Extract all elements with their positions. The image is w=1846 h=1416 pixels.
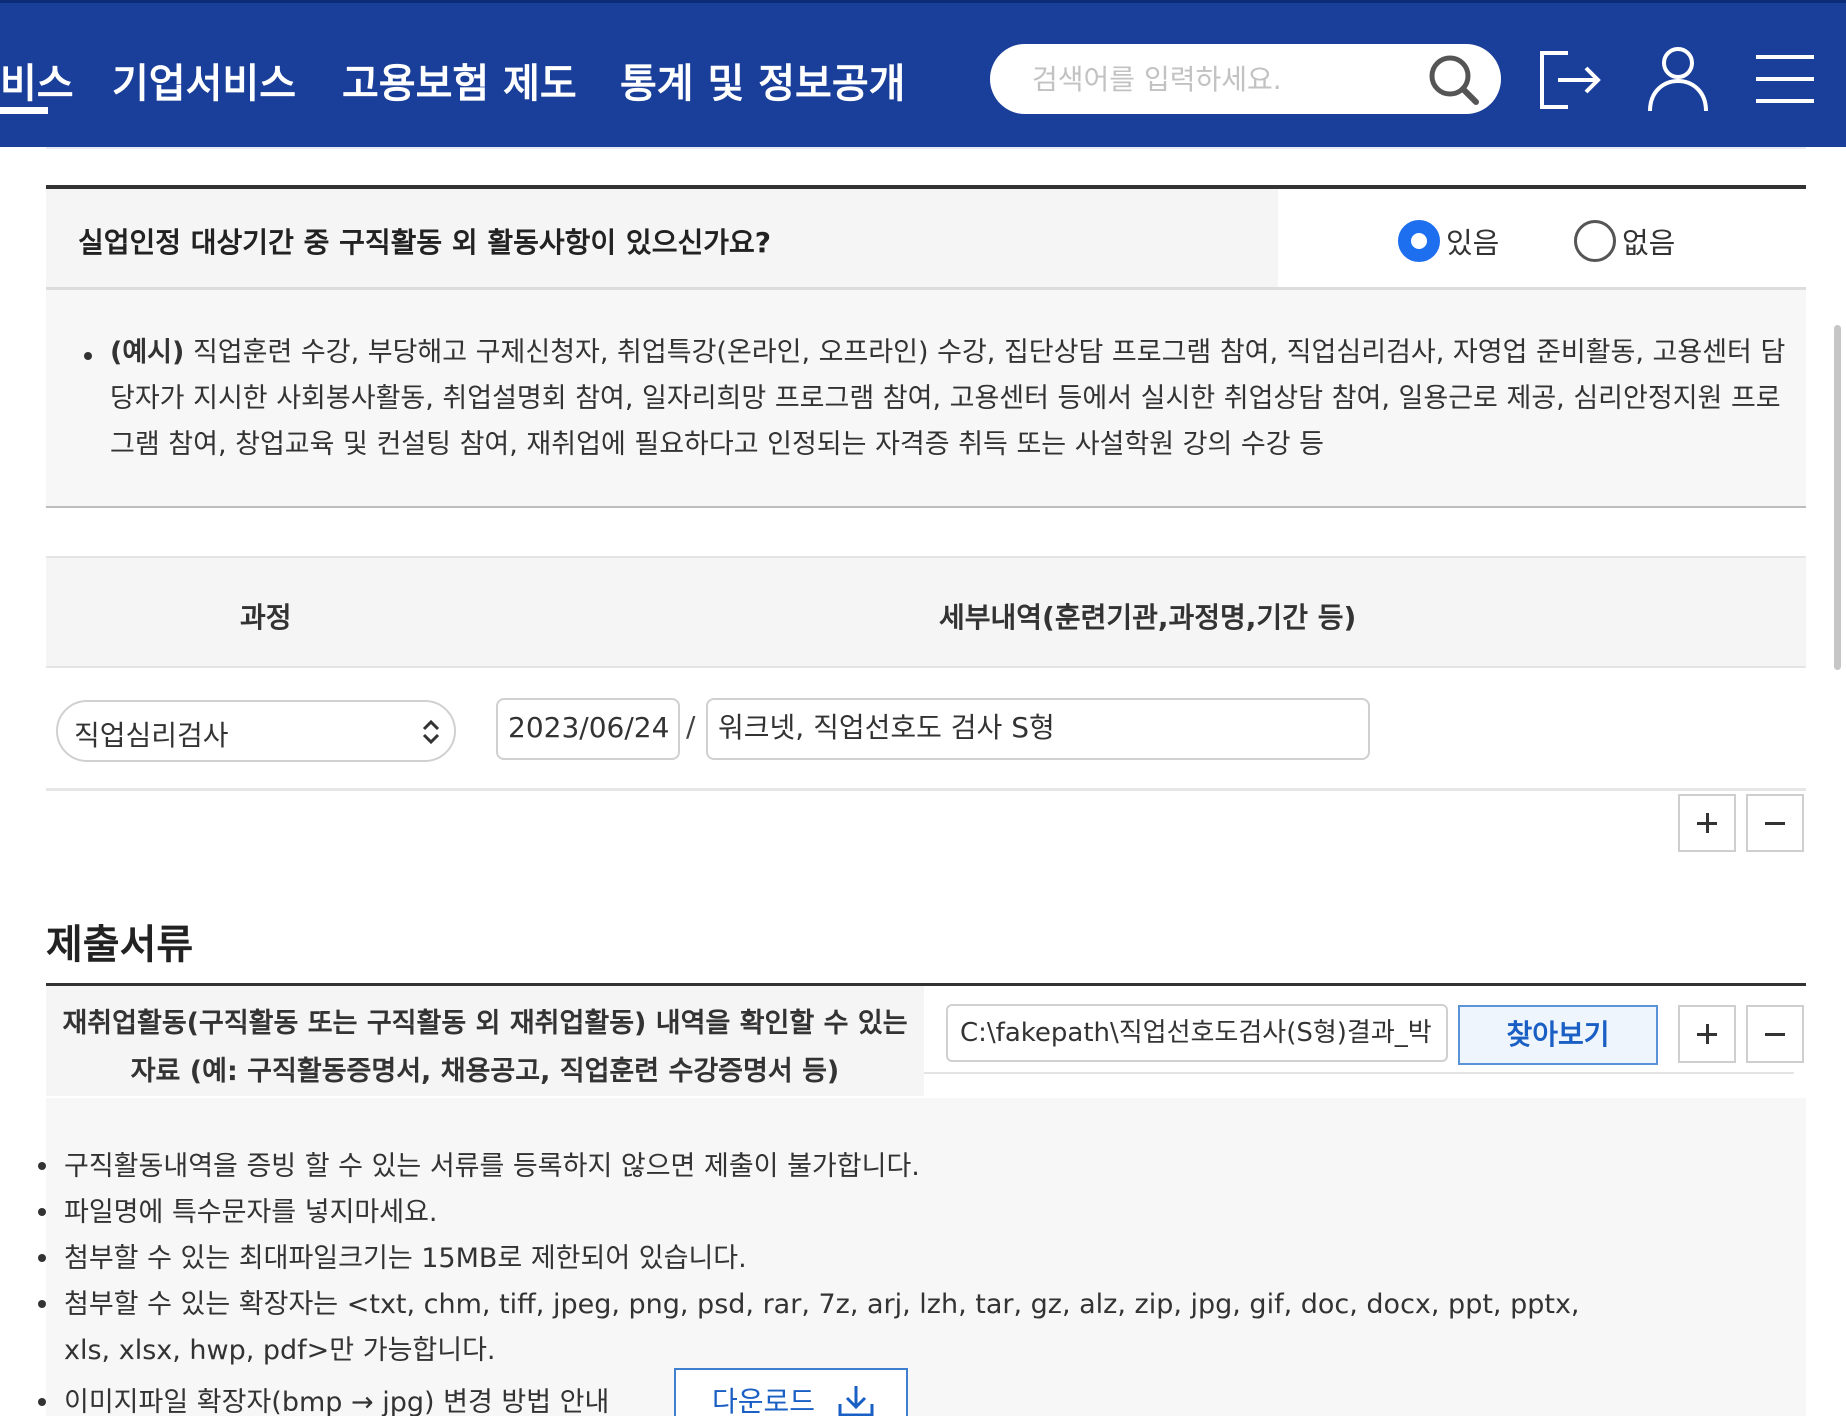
nav-item-personal-service[interactable]: 비스 [0, 51, 74, 109]
note-item: 이미지파일 확장자(bmp → jpg) 변경 방법 안내 [64, 1387, 610, 1416]
nav-item-statistics[interactable]: 통계 및 정보공개 [620, 51, 905, 109]
question-text: 실업인정 대상기간 중 구직활동 외 활동사항이 있으신가요? [78, 226, 771, 259]
search-input[interactable] [1032, 56, 1412, 102]
example-text: (예시) 직업훈련 수강, 부당해고 구제신청자, 취업특강(온라인, 오프라인… [110, 330, 1790, 468]
course-select-value: 직업심리검사 [74, 719, 229, 752]
top-header: 비스 기업서비스 고용보험 제도 통계 및 정보공개 [0, 0, 1846, 147]
table-header: 과정 세부내역(훈련기관,과정명,기간 등) [46, 556, 1806, 668]
radio-yes-label[interactable]: 있음 [1446, 220, 1499, 262]
remove-row-button[interactable] [1746, 794, 1804, 852]
date-input[interactable]: 2023/06/24 [496, 698, 680, 760]
search-icon[interactable] [1426, 52, 1482, 108]
bullet [38, 1162, 46, 1170]
note-item: 파일명에 특수문자를 넣지마세요. [64, 1197, 438, 1228]
header-divider [46, 147, 1806, 149]
date-separator: / [686, 710, 696, 743]
detail-input[interactable]: 워크넷, 직업선호도 검사 S형 [706, 698, 1370, 760]
documents-label-cell: 재취업활동(구직활동 또는 구직활동 외 재취업활동) 내역을 확인할 수 있는… [46, 986, 924, 1096]
bullet [38, 1208, 46, 1216]
select-updown-icon [422, 719, 440, 745]
note-item: 구직활동내역을 증빙 할 수 있는 서류를 등록하지 않으면 제출이 불가합니다… [64, 1151, 920, 1182]
documents-label-line1: 재취업활동(구직활동 또는 구직활동 외 재취업활동) 내역을 확인할 수 있는 [62, 1008, 908, 1039]
remove-file-button[interactable] [1746, 1005, 1804, 1063]
column-header-course: 과정 [240, 601, 292, 634]
bullet [38, 1300, 46, 1308]
search-box [990, 44, 1501, 114]
documents-label-line2: 자료 (예: 구직활동증명서, 채용공고, 직업훈련 수강증명서 등) [130, 1056, 840, 1087]
note-item: 첨부할 수 있는 확장자는 <txt, chm, tiff, jpeg, png… [64, 1289, 1580, 1320]
documents-title: 제출서류 [46, 922, 194, 968]
logout-icon[interactable] [1532, 41, 1608, 117]
radio-no-label[interactable]: 없음 [1622, 220, 1675, 262]
column-header-detail: 세부내역(훈련기관,과정명,기간 등) [939, 601, 1357, 634]
download-icon [838, 1386, 874, 1416]
note-item-continued: xls, xlsx, hwp, pdf>만 가능합니다. [64, 1335, 496, 1366]
download-label: 다운로드 [712, 1385, 816, 1416]
question-row: 실업인정 대상기간 중 구직활동 외 활동사항이 있으신가요? [46, 189, 1278, 287]
file-path-input[interactable]: C:\fakepath\직업선호도검사(S형)결과_박 [946, 1004, 1448, 1062]
nav-item-insurance-system[interactable]: 고용보험 제도 [342, 51, 577, 109]
example-prefix: (예시) [110, 337, 185, 368]
browse-button[interactable]: 찾아보기 [1458, 1005, 1658, 1065]
documents-divider [924, 1072, 1794, 1074]
bullet [38, 1398, 46, 1406]
note-item: 첨부할 수 있는 최대파일크기는 15MB로 제한되어 있습니다. [64, 1243, 747, 1274]
download-button[interactable]: 다운로드 [674, 1368, 908, 1416]
course-select[interactable]: 직업심리검사 [56, 700, 456, 762]
example-body: 직업훈련 수강, 부당해고 구제신청자, 취업특강(온라인, 오프라인) 수강,… [110, 337, 1786, 460]
nav-active-indicator [0, 107, 48, 114]
nav-item-business-service[interactable]: 기업서비스 [112, 51, 296, 109]
bullet [38, 1254, 46, 1262]
radio-no[interactable] [1574, 220, 1616, 262]
table-row-divider [46, 788, 1806, 791]
add-file-button[interactable] [1678, 1005, 1736, 1063]
menu-icon[interactable] [1744, 41, 1820, 117]
add-row-button[interactable] [1678, 794, 1736, 852]
user-icon[interactable] [1640, 41, 1716, 117]
bullet [84, 352, 92, 360]
example-box: (예시) 직업훈련 수강, 부당해고 구제신청자, 취업특강(온라인, 오프라인… [46, 290, 1806, 508]
page-scrollbar[interactable] [1834, 325, 1841, 670]
documents-label: 재취업활동(구직활동 또는 구직활동 외 재취업활동) 내역을 확인할 수 있는… [46, 1000, 924, 1096]
radio-yes[interactable] [1398, 220, 1440, 262]
